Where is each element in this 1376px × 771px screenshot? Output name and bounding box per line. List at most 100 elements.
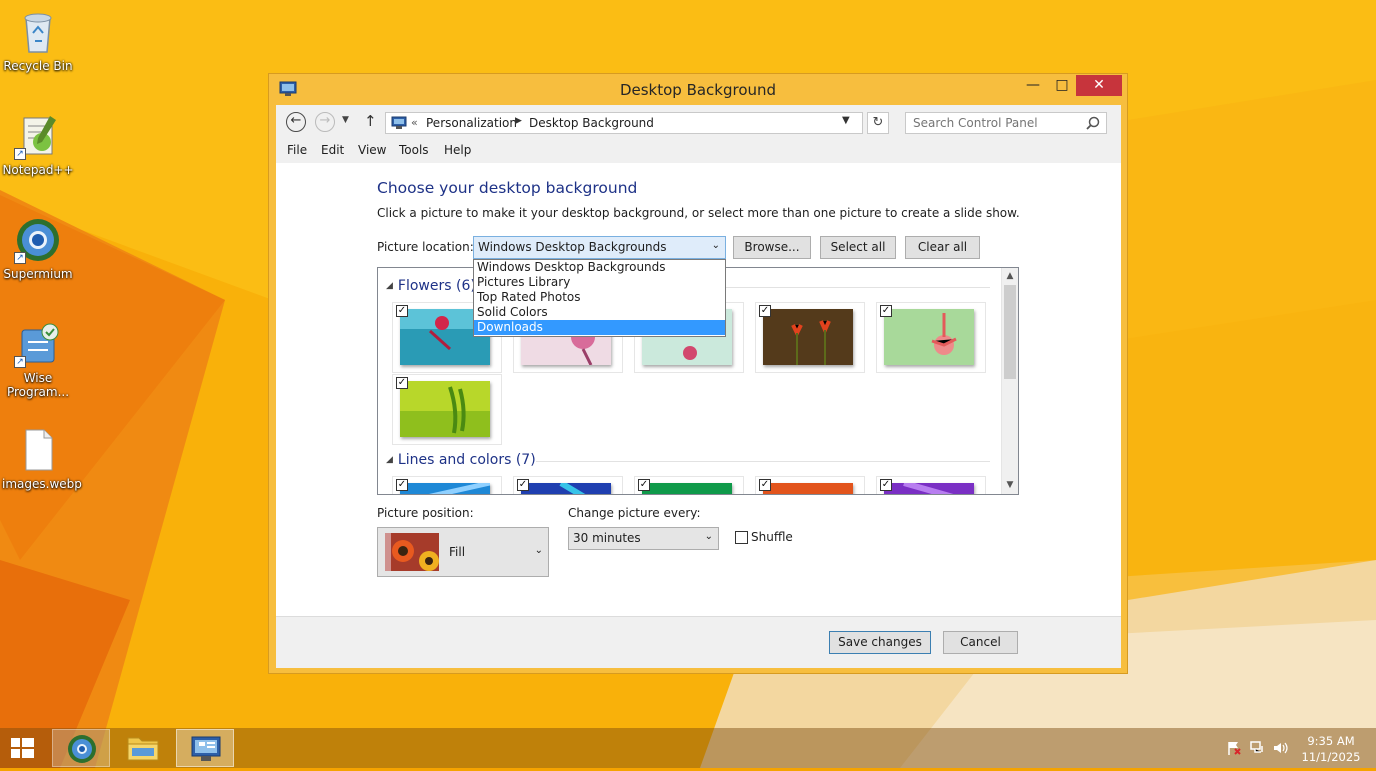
thumbnail-checkbox[interactable]: ✓	[396, 479, 408, 491]
lines-blue-thumbnail	[400, 483, 490, 494]
title-bar[interactable]: Desktop Background — □ ✕	[269, 74, 1127, 106]
supermium-icon: ↗	[14, 216, 62, 264]
menu-help[interactable]: Help	[444, 143, 471, 157]
breadcrumb-personalization[interactable]: Personalization	[426, 116, 517, 130]
thumbnail-checkbox[interactable]: ✓	[396, 377, 408, 389]
collapse-triangle-icon[interactable]: ◢	[386, 455, 393, 465]
supermium-icon	[68, 735, 96, 763]
volume-icon[interactable]	[1272, 740, 1288, 756]
select-all-button[interactable]: Select all	[820, 236, 896, 259]
shuffle-label[interactable]: Shuffle	[751, 530, 793, 544]
thumbnail-checkbox[interactable]: ✓	[638, 479, 650, 491]
change-picture-interval-select[interactable]: 30 minutes ⌄	[568, 527, 719, 550]
recent-locations-icon[interactable]: ▼	[342, 115, 349, 125]
menu-view[interactable]: View	[358, 143, 386, 157]
fill-preview-image	[385, 533, 439, 571]
maximize-button[interactable]: □	[1048, 75, 1076, 96]
thumbnail-checkbox[interactable]: ✓	[880, 305, 892, 317]
control-panel-icon	[391, 116, 407, 129]
menu-tools[interactable]: Tools	[399, 143, 429, 157]
wallpaper-thumbnail[interactable]: ✓	[513, 476, 623, 494]
action-center-flag-icon[interactable]	[1226, 740, 1242, 756]
gallery-scrollbar[interactable]: ▲ ▼	[1001, 268, 1018, 494]
desktop-icon-images-webp[interactable]: images.webp	[2, 426, 82, 491]
menu-edit[interactable]: Edit	[321, 143, 344, 157]
lines-indigo-thumbnail	[521, 483, 611, 494]
address-dropdown-icon[interactable]: ▼	[842, 115, 850, 126]
taskbar-control-panel[interactable]	[176, 729, 234, 767]
breadcrumb-arrow-icon[interactable]: ▶	[515, 116, 522, 126]
refresh-button[interactable]: ↻	[867, 112, 889, 134]
flower-lily-thumbnail	[884, 309, 974, 365]
breadcrumb-overflow[interactable]: «	[411, 116, 418, 129]
file-icon	[14, 426, 62, 474]
wallpaper-thumbnail[interactable]: ✓	[876, 302, 986, 373]
browse-button[interactable]: Browse...	[733, 236, 811, 259]
desktop-icon-wise-program[interactable]: ↗ Wise Program...	[2, 320, 74, 399]
wallpaper-thumbnail[interactable]: ✓	[755, 476, 865, 494]
picture-position-label: Picture position:	[377, 506, 474, 520]
shuffle-checkbox[interactable]	[735, 531, 748, 544]
thumbnail-checkbox[interactable]: ✓	[396, 305, 408, 317]
menu-file[interactable]: File	[287, 143, 307, 157]
chevron-down-icon: ⌄	[704, 531, 713, 542]
save-changes-button[interactable]: Save changes	[829, 631, 931, 654]
close-button[interactable]: ✕	[1076, 75, 1122, 96]
picture-location-dropdown-list[interactable]: Windows Desktop Backgrounds Pictures Lib…	[473, 259, 726, 337]
scroll-thumb[interactable]	[1004, 285, 1016, 379]
picture-position-select[interactable]: Fill ⌄	[377, 527, 549, 577]
group-header-flowers[interactable]: ◢ Flowers (6)	[386, 278, 476, 294]
control-panel-icon	[191, 736, 221, 761]
desktop-icon-notepad-plus-plus[interactable]: ↗ Notepad++	[2, 112, 74, 177]
navigation-bar: ← → ▼ ↑ « Personalization ▶ Desktop Back…	[276, 105, 1121, 139]
taskbar-file-explorer[interactable]	[114, 729, 172, 767]
clear-all-button[interactable]: Clear all	[905, 236, 980, 259]
page-description: Click a picture to make it your desktop …	[377, 206, 1020, 220]
taskbar: 9:35 AM 11/1/2025	[0, 728, 1376, 768]
taskbar-supermium[interactable]	[52, 729, 110, 767]
flower-red-dark-thumbnail	[763, 309, 853, 365]
up-button[interactable]: ↑	[364, 112, 377, 130]
system-clock[interactable]: 9:35 AM 11/1/2025	[1300, 733, 1362, 765]
back-button[interactable]: ←	[286, 112, 306, 132]
dialog-footer: Save changes Cancel	[276, 616, 1121, 668]
minimize-button[interactable]: —	[1019, 75, 1047, 96]
collapse-triangle-icon[interactable]: ◢	[386, 281, 393, 291]
window-client-area: ← → ▼ ↑ « Personalization ▶ Desktop Back…	[276, 105, 1121, 668]
option-downloads[interactable]: Downloads	[474, 320, 725, 335]
picture-location-select[interactable]: Windows Desktop Backgrounds ⌄	[473, 236, 726, 259]
picture-position-value: Fill	[449, 545, 466, 559]
cancel-button[interactable]: Cancel	[943, 631, 1018, 654]
option-windows-desktop-backgrounds[interactable]: Windows Desktop Backgrounds	[474, 260, 725, 275]
wallpaper-thumbnail[interactable]: ✓	[876, 476, 986, 494]
lines-purple-thumbnail	[884, 483, 974, 494]
desktop-icon-supermium[interactable]: ↗ Supermium	[2, 216, 74, 281]
address-bar[interactable]: « Personalization ▶ Desktop Background ▼	[385, 112, 863, 134]
group-title: Flowers (6)	[397, 278, 476, 294]
thumbnail-checkbox[interactable]: ✓	[759, 479, 771, 491]
thumbnail-checkbox[interactable]: ✓	[517, 479, 529, 491]
search-icon[interactable]	[1086, 116, 1100, 130]
network-icon[interactable]	[1250, 740, 1266, 756]
forward-button[interactable]: →	[315, 112, 335, 132]
option-top-rated-photos[interactable]: Top Rated Photos	[474, 290, 725, 305]
wallpaper-thumbnail[interactable]: ✓	[634, 476, 744, 494]
desktop-icon-label: Notepad++	[2, 163, 74, 177]
thumbnail-checkbox[interactable]: ✓	[880, 479, 892, 491]
wallpaper-thumbnail[interactable]: ✓	[392, 476, 502, 494]
desktop-icon-recycle-bin[interactable]: Recycle Bin	[2, 8, 74, 73]
search-input[interactable]	[906, 113, 1086, 133]
scroll-down-arrow-icon[interactable]: ▼	[1002, 477, 1018, 494]
desktop-icon-label: Recycle Bin	[3, 59, 73, 73]
scroll-up-arrow-icon[interactable]: ▲	[1002, 268, 1018, 285]
wallpaper-thumbnail[interactable]: ✓	[392, 374, 502, 445]
lines-green-thumbnail	[642, 483, 732, 494]
option-solid-colors[interactable]: Solid Colors	[474, 305, 725, 320]
group-header-lines-and-colors[interactable]: ◢ Lines and colors (7)	[386, 452, 536, 468]
wallpaper-thumbnail[interactable]: ✓	[755, 302, 865, 373]
search-box[interactable]	[905, 112, 1107, 134]
breadcrumb-desktop-background[interactable]: Desktop Background	[529, 116, 654, 130]
thumbnail-checkbox[interactable]: ✓	[759, 305, 771, 317]
option-pictures-library[interactable]: Pictures Library	[474, 275, 725, 290]
start-button[interactable]	[0, 729, 48, 767]
